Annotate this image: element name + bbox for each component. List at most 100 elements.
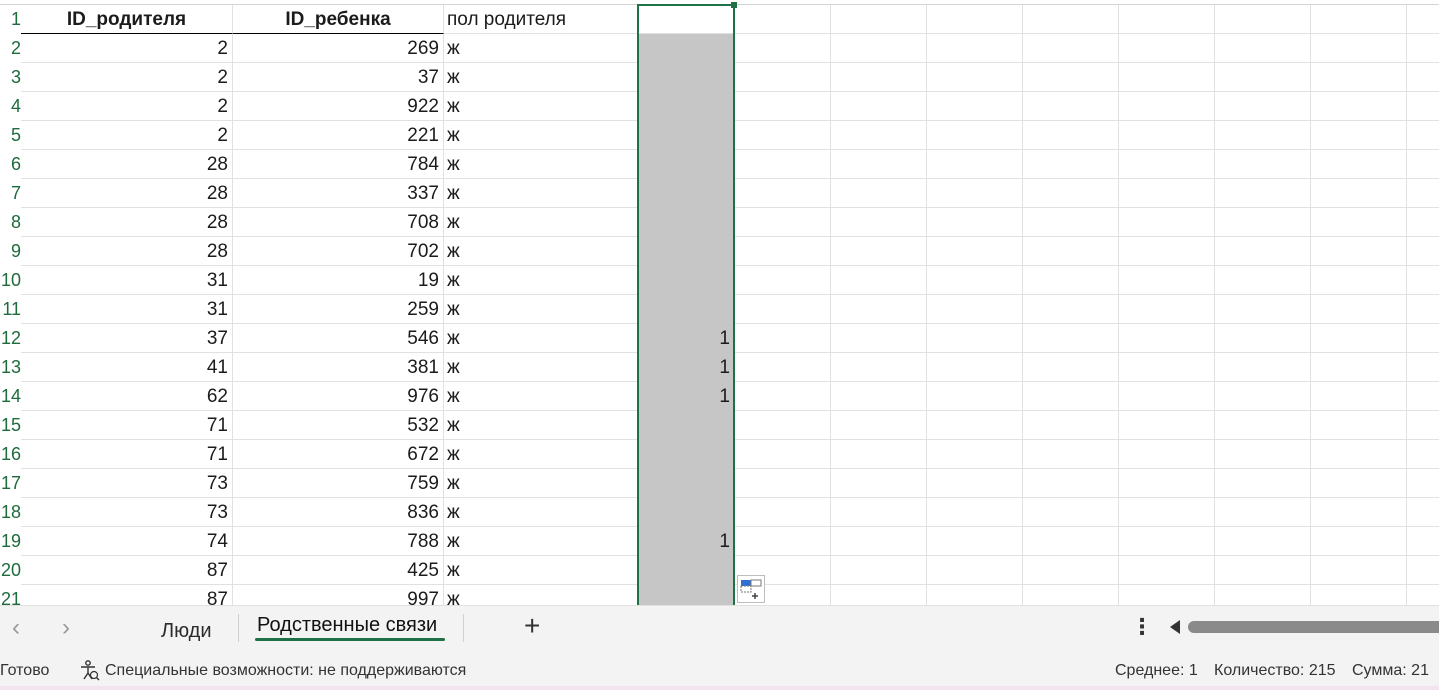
empty-cell[interactable] bbox=[1215, 179, 1311, 208]
empty-cell[interactable] bbox=[1215, 411, 1311, 440]
cell-selected-flag[interactable] bbox=[638, 92, 734, 121]
cell-child-id[interactable]: 836 bbox=[233, 498, 444, 527]
empty-cell[interactable] bbox=[831, 237, 927, 266]
empty-cell[interactable] bbox=[1311, 527, 1407, 556]
empty-cell[interactable] bbox=[1407, 498, 1439, 527]
empty-cell[interactable] bbox=[1023, 295, 1119, 324]
cell-child-id[interactable]: 672 bbox=[233, 440, 444, 469]
empty-cell[interactable] bbox=[1023, 179, 1119, 208]
empty-cell[interactable] bbox=[1215, 295, 1311, 324]
spreadsheet-grid[interactable]: 1 ID_родителя ID_ребенка пол родителя 22… bbox=[0, 0, 1439, 605]
empty-cell[interactable] bbox=[1119, 585, 1215, 605]
status-average[interactable]: Среднее: 1 bbox=[1115, 662, 1198, 680]
column-header-child-id[interactable]: ID_ребенка bbox=[233, 5, 444, 34]
accessibility-status[interactable]: Специальные возможности: не поддерживают… bbox=[105, 662, 466, 680]
row-header[interactable]: 1 bbox=[0, 5, 21, 34]
empty-cell[interactable] bbox=[1311, 382, 1407, 411]
cell-parent-id[interactable]: 31 bbox=[21, 295, 233, 324]
cell-selected-flag[interactable] bbox=[638, 585, 734, 605]
empty-cell[interactable] bbox=[1215, 353, 1311, 382]
empty-cell[interactable] bbox=[1311, 5, 1407, 34]
empty-cell[interactable] bbox=[735, 527, 831, 556]
column-header-parent-gender[interactable]: пол родителя bbox=[444, 5, 638, 34]
empty-cell[interactable] bbox=[1119, 92, 1215, 121]
empty-cell[interactable] bbox=[1215, 150, 1311, 179]
empty-cell[interactable] bbox=[1311, 585, 1407, 605]
cell-child-id[interactable]: 702 bbox=[233, 237, 444, 266]
horizontal-scrollbar[interactable] bbox=[1188, 621, 1439, 633]
empty-cell[interactable] bbox=[1407, 266, 1439, 295]
empty-cell[interactable] bbox=[831, 585, 927, 605]
empty-cell[interactable] bbox=[735, 92, 831, 121]
row-header[interactable]: 4 bbox=[0, 92, 21, 121]
cell-parent-id[interactable]: 28 bbox=[21, 179, 233, 208]
empty-cell[interactable] bbox=[1023, 498, 1119, 527]
empty-cell[interactable] bbox=[1311, 34, 1407, 63]
cell-selected-flag[interactable]: 1 bbox=[638, 353, 734, 382]
empty-cell[interactable] bbox=[927, 324, 1023, 353]
kebab-icon[interactable]: ⋮ bbox=[1131, 614, 1153, 640]
empty-cell[interactable] bbox=[1407, 469, 1439, 498]
empty-cell[interactable] bbox=[927, 208, 1023, 237]
empty-cell[interactable] bbox=[1119, 556, 1215, 585]
quick-analysis-button[interactable] bbox=[737, 575, 765, 603]
empty-cell[interactable] bbox=[927, 411, 1023, 440]
empty-cell[interactable] bbox=[831, 92, 927, 121]
cell-selected-flag[interactable]: 1 bbox=[638, 382, 734, 411]
empty-cell[interactable] bbox=[1407, 527, 1439, 556]
row-header[interactable]: 12 bbox=[0, 324, 21, 353]
cell-child-id[interactable]: 425 bbox=[233, 556, 444, 585]
empty-cell[interactable] bbox=[1119, 411, 1215, 440]
cell-child-id[interactable]: 784 bbox=[233, 150, 444, 179]
cell-selected-flag[interactable] bbox=[638, 179, 734, 208]
empty-cell[interactable] bbox=[735, 208, 831, 237]
row-header[interactable]: 7 bbox=[0, 179, 21, 208]
empty-cell[interactable] bbox=[927, 5, 1023, 34]
empty-cell[interactable] bbox=[927, 469, 1023, 498]
cell-parent-id[interactable]: 31 bbox=[21, 266, 233, 295]
empty-cell[interactable] bbox=[831, 411, 927, 440]
empty-cell[interactable] bbox=[927, 237, 1023, 266]
empty-cell[interactable] bbox=[1023, 237, 1119, 266]
cell-child-id[interactable]: 381 bbox=[233, 353, 444, 382]
cell-parent-id[interactable]: 41 bbox=[21, 353, 233, 382]
empty-cell[interactable] bbox=[1407, 121, 1439, 150]
cell-selected-flag[interactable] bbox=[638, 498, 734, 527]
empty-cell[interactable] bbox=[831, 208, 927, 237]
empty-cell[interactable] bbox=[1215, 34, 1311, 63]
empty-cell[interactable] bbox=[1023, 411, 1119, 440]
empty-cell[interactable] bbox=[735, 34, 831, 63]
empty-cell[interactable] bbox=[1311, 179, 1407, 208]
empty-cell[interactable] bbox=[735, 121, 831, 150]
empty-cell[interactable] bbox=[735, 469, 831, 498]
empty-cell[interactable] bbox=[735, 498, 831, 527]
empty-cell[interactable] bbox=[1311, 295, 1407, 324]
cell-parent-gender[interactable]: ж bbox=[444, 295, 638, 324]
empty-cell[interactable] bbox=[1311, 237, 1407, 266]
cell-parent-id[interactable]: 2 bbox=[21, 63, 233, 92]
empty-cell[interactable] bbox=[927, 527, 1023, 556]
row-header[interactable]: 6 bbox=[0, 150, 21, 179]
empty-cell[interactable] bbox=[735, 237, 831, 266]
row-header[interactable]: 17 bbox=[0, 469, 21, 498]
empty-cell[interactable] bbox=[831, 382, 927, 411]
cell-parent-id[interactable]: 73 bbox=[21, 498, 233, 527]
empty-cell[interactable] bbox=[1215, 382, 1311, 411]
cell-parent-id[interactable]: 71 bbox=[21, 440, 233, 469]
empty-cell[interactable] bbox=[1119, 121, 1215, 150]
scroll-left-icon[interactable] bbox=[1170, 620, 1180, 634]
tab-family-relations[interactable]: Родственные связи bbox=[257, 614, 437, 637]
row-header[interactable]: 13 bbox=[0, 353, 21, 382]
empty-cell[interactable] bbox=[1023, 382, 1119, 411]
cell-parent-gender[interactable]: ж bbox=[444, 411, 638, 440]
status-sum[interactable]: Сумма: 21 bbox=[1352, 662, 1429, 680]
row-header[interactable]: 19 bbox=[0, 527, 21, 556]
empty-cell[interactable] bbox=[1407, 237, 1439, 266]
cell-parent-gender[interactable]: ж bbox=[444, 266, 638, 295]
cell-parent-gender[interactable]: ж bbox=[444, 63, 638, 92]
row-header[interactable]: 18 bbox=[0, 498, 21, 527]
empty-cell[interactable] bbox=[1119, 469, 1215, 498]
cell-parent-gender[interactable]: ж bbox=[444, 440, 638, 469]
empty-cell[interactable] bbox=[831, 440, 927, 469]
empty-cell[interactable] bbox=[735, 353, 831, 382]
